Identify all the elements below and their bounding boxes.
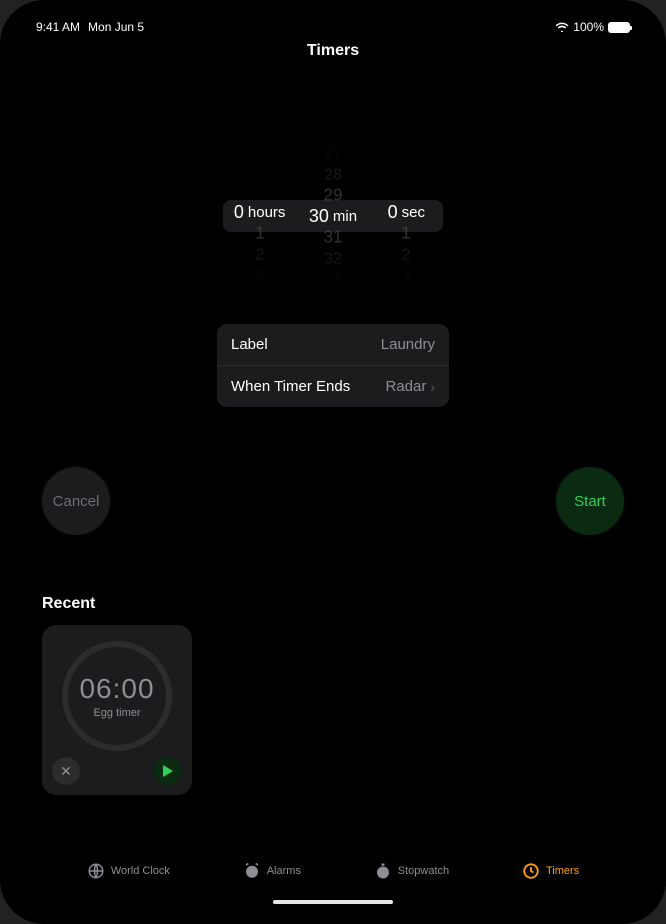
- chevron-right-icon: ›: [430, 379, 435, 395]
- hours-wheel[interactable]: 0hours 1 2 3: [225, 146, 295, 286]
- page-title: Timers: [14, 42, 652, 60]
- screen: 9:41 AM Mon Jun 5 100% ••• Timers 0hours…: [14, 14, 652, 910]
- status-bar: 9:41 AM Mon Jun 5 100%: [14, 14, 652, 34]
- duration-picker[interactable]: 0hours 1 2 3 27 28 29 30min 31 32 33: [223, 146, 443, 286]
- home-indicator[interactable]: [273, 900, 393, 904]
- ends-key: When Timer Ends: [231, 378, 350, 395]
- tab-timers[interactable]: Timers: [522, 862, 579, 880]
- stopwatch-icon: [374, 862, 392, 880]
- wifi-icon: [555, 22, 569, 32]
- label-key: Label: [231, 336, 268, 353]
- seconds-wheel[interactable]: 0sec 1 2 3: [371, 146, 441, 286]
- tab-stopwatch[interactable]: Stopwatch: [374, 862, 449, 880]
- recent-header: Recent: [42, 595, 624, 613]
- remove-recent-button[interactable]: ✕: [52, 757, 80, 785]
- battery-percent: 100%: [573, 20, 604, 34]
- timer-settings: Label Laundry When Timer Ends Radar ›: [217, 324, 449, 407]
- globe-icon: [87, 862, 105, 880]
- status-date: Mon Jun 5: [88, 20, 144, 34]
- recent-time: 06:00: [79, 673, 154, 705]
- recent-label: Egg timer: [93, 707, 140, 719]
- close-icon: ✕: [60, 763, 72, 780]
- ipad-frame: 9:41 AM Mon Jun 5 100% ••• Timers 0hours…: [0, 0, 666, 924]
- timer-icon: [522, 862, 540, 880]
- tab-alarms[interactable]: Alarms: [243, 862, 301, 880]
- timer-dial: 06:00 Egg timer: [62, 641, 172, 751]
- label-value: Laundry: [381, 336, 435, 353]
- ends-value: Radar: [385, 378, 426, 395]
- recent-timer-tile[interactable]: 06:00 Egg timer ✕: [42, 625, 192, 795]
- when-ends-row[interactable]: When Timer Ends Radar ›: [217, 365, 449, 407]
- alarm-icon: [243, 862, 261, 880]
- minutes-wheel[interactable]: 27 28 29 30min 31 32 33: [298, 146, 368, 286]
- battery-icon: [608, 22, 630, 33]
- play-recent-button[interactable]: [154, 757, 182, 785]
- tab-world-clock[interactable]: World Clock: [87, 862, 170, 880]
- cancel-button[interactable]: Cancel: [42, 467, 110, 535]
- start-button[interactable]: Start: [556, 467, 624, 535]
- status-time: 9:41 AM: [36, 20, 80, 34]
- play-icon: [163, 765, 173, 777]
- label-row[interactable]: Label Laundry: [217, 324, 449, 365]
